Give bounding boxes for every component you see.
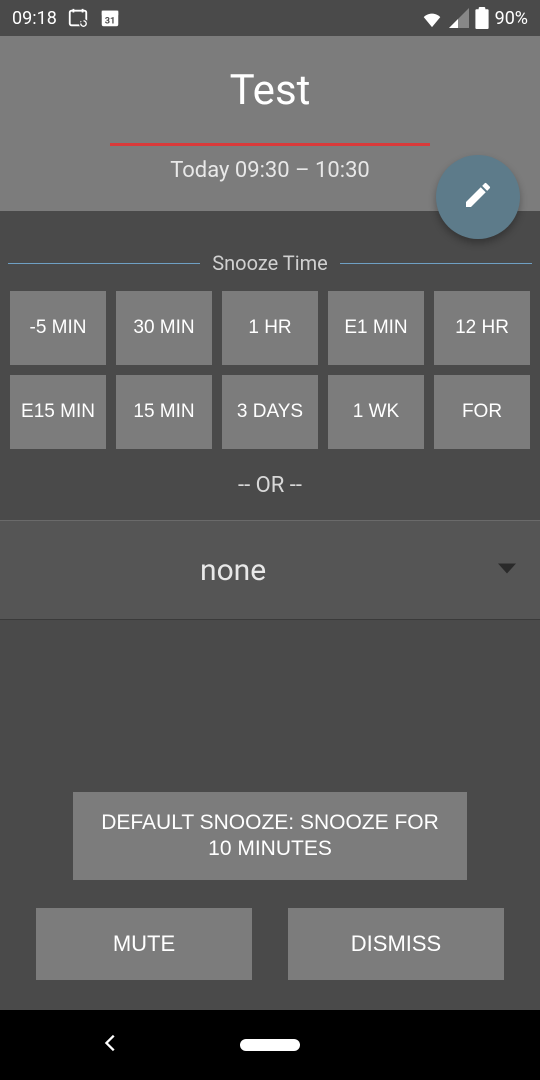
snooze-option[interactable]: 12 HR xyxy=(434,291,530,365)
back-icon[interactable] xyxy=(100,1032,122,1058)
event-header: Test Today 09:30 – 10:30 xyxy=(0,36,540,211)
snooze-option[interactable]: 30 MIN xyxy=(116,291,212,365)
status-time: 09:18 xyxy=(12,8,57,29)
action-row: MUTE DISMISS xyxy=(0,908,540,1010)
section-title: Snooze Time xyxy=(200,251,339,275)
navigation-bar xyxy=(0,1010,540,1080)
home-pill[interactable] xyxy=(240,1039,300,1051)
snooze-option[interactable]: 3 DAYS xyxy=(222,375,318,449)
signal-icon xyxy=(449,8,469,28)
snooze-option[interactable]: 1 HR xyxy=(222,291,318,365)
calendar-refresh-icon xyxy=(67,7,89,29)
pencil-icon xyxy=(462,179,494,215)
battery-percent: 90% xyxy=(495,8,528,29)
snooze-option[interactable]: -5 MIN xyxy=(10,291,106,365)
snooze-dropdown[interactable]: none xyxy=(0,520,540,620)
calendar-date-icon: 31 xyxy=(99,7,121,29)
snooze-option[interactable]: FOR xyxy=(434,375,530,449)
snooze-grid: -5 MIN 30 MIN 1 HR E1 MIN 12 HR E15 MIN … xyxy=(0,291,540,449)
edit-button[interactable] xyxy=(436,155,520,239)
title-underline xyxy=(110,143,430,146)
svg-text:31: 31 xyxy=(105,17,116,27)
event-title: Test xyxy=(0,66,540,115)
dismiss-button[interactable]: DISMISS xyxy=(288,908,504,980)
snooze-option[interactable]: E1 MIN xyxy=(328,291,424,365)
dropdown-selected: none xyxy=(200,553,266,588)
snooze-option[interactable]: 15 MIN xyxy=(116,375,212,449)
default-snooze-button[interactable]: DEFAULT SNOOZE: SNOOZE FOR 10 MINUTES xyxy=(73,792,467,881)
mute-button[interactable]: MUTE xyxy=(36,908,252,980)
wifi-icon xyxy=(421,8,443,28)
chevron-down-icon xyxy=(498,561,516,580)
status-bar: 09:18 31 90% xyxy=(0,0,540,36)
section-header: Snooze Time xyxy=(8,251,532,275)
snooze-option[interactable]: 1 WK xyxy=(328,375,424,449)
snooze-option[interactable]: E15 MIN xyxy=(10,375,106,449)
battery-icon xyxy=(475,7,489,29)
or-separator: -- OR -- xyxy=(0,473,540,498)
